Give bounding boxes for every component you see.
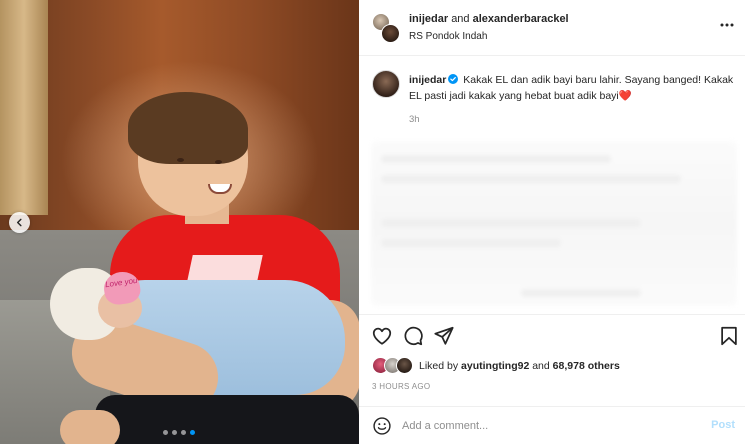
chevron-left-icon [16,218,22,227]
more-icon [720,23,734,27]
caption-username[interactable]: inijedar [409,74,446,86]
liker-avatars[interactable] [372,357,416,375]
photo-boy-eye [215,160,222,164]
blurred-line [381,239,561,247]
likes-prefix: Liked by [419,360,459,372]
comment-bar: Post [359,406,745,444]
post-photo[interactable]: Love you [0,0,359,444]
blurred-line [521,289,641,297]
carousel-dots [163,430,195,435]
photo-curtain [0,0,48,215]
emoji-icon[interactable] [372,416,392,436]
blurred-line [381,155,611,163]
photo-boy-shorts [95,395,359,444]
heart-icon[interactable] [371,325,393,347]
photo-boy-hair [128,92,248,164]
liker-username-link[interactable]: ayutingting92 [461,360,529,372]
verified-icon [448,74,459,84]
blurred-line [381,175,681,183]
caption: inijedar Kakak EL dan adik bayi baru lah… [409,72,739,104]
caption-area: inijedar Kakak EL dan adik bayi baru lah… [359,56,745,314]
likes-others-link[interactable]: 68,978 others [553,360,620,372]
collab-usernames: inijedar and alexanderbarackel [409,13,569,25]
bookmark-icon[interactable] [718,325,740,347]
carousel-dot [163,430,168,435]
avatar[interactable] [372,70,400,98]
likes-row: Liked by ayutingting92 and 68,978 others [372,356,742,376]
likes-joiner: and [532,360,550,372]
blurred-line [381,219,641,227]
photo-boy-eye [177,158,184,162]
carousel-dot [181,430,186,435]
photo-shirt-logo [187,255,263,281]
username-joiner: and [451,13,470,25]
comment-icon[interactable] [402,325,424,347]
share-icon[interactable] [433,325,455,347]
blurred-comments [371,141,737,306]
username-link[interactable]: alexanderbarackel [473,13,569,25]
caption-emoji: ❤️ [618,90,632,102]
post-header: inijedar and alexanderbarackel RS Pondok… [359,0,745,56]
carousel-prev-button[interactable] [9,212,30,233]
avatar[interactable] [381,24,400,43]
comment-input[interactable] [402,416,692,436]
carousel-dot [172,430,177,435]
post-actions [359,314,745,354]
photo-boy-leg [60,410,120,444]
carousel-dot-active [190,430,195,435]
likes-summary: Liked by ayutingting92 and 68,978 others [419,360,620,372]
caption-time[interactable]: 3h [409,114,420,125]
avatar [396,357,413,374]
post-details-panel: inijedar and alexanderbarackel RS Pondok… [359,0,745,444]
more-options-button[interactable] [719,18,735,32]
post-comment-button[interactable]: Post [711,419,735,431]
post-timestamp[interactable]: 3 HOURS AGO [372,382,430,391]
collab-avatars[interactable] [372,13,400,43]
location-link[interactable]: RS Pondok Indah [409,31,487,42]
username-link[interactable]: inijedar [409,13,448,25]
